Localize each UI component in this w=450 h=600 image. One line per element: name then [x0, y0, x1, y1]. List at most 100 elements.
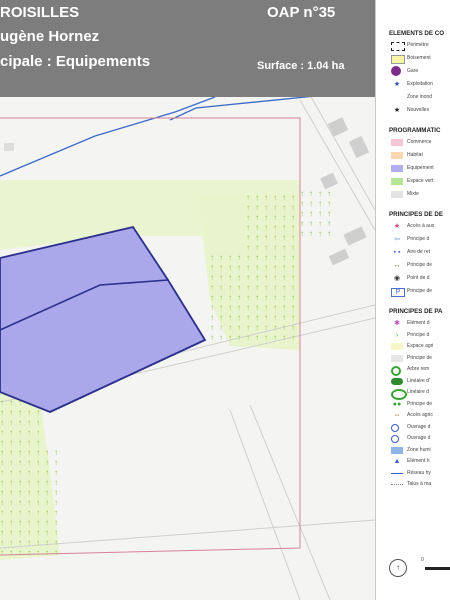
- tree-icon: ↑: [291, 203, 295, 212]
- tree-icon: ↑: [54, 488, 58, 497]
- green-ring-icon: [391, 366, 401, 376]
- road: [249, 404, 331, 600]
- legend-item-label: Talus à ma: [407, 481, 432, 487]
- tree-icon: ↑: [9, 468, 13, 477]
- tree-icon: ↑: [210, 313, 214, 322]
- tree-icon: ↑: [45, 518, 49, 527]
- tree-icon: ↑: [246, 263, 250, 272]
- tree-icon: ↑: [18, 478, 22, 487]
- legend-item-label: Linéaire d': [407, 377, 430, 384]
- tree-icon: ↑: [264, 263, 268, 272]
- tree-icon: ↑: [237, 303, 241, 312]
- legend-item-label: Zone humi: [407, 446, 431, 453]
- tree-icon: ↑: [291, 263, 295, 272]
- tree-icon: ↑: [45, 498, 49, 507]
- tree-icon: ↑: [282, 233, 286, 242]
- tree-icon: ↑: [0, 468, 4, 477]
- orange-square-icon: [391, 152, 403, 159]
- tree-icon: ↑: [291, 313, 295, 322]
- tree-icon: ↑: [9, 408, 13, 417]
- tree-icon: ↑: [282, 333, 286, 342]
- tree-icon: ↑: [54, 528, 58, 537]
- tree-icon: ↑: [210, 303, 214, 312]
- tree-icon: ↑: [18, 438, 22, 447]
- tree-icon: ↑: [54, 518, 58, 527]
- legend-item: Equipement: [389, 164, 450, 174]
- blue-triangle-icon: ▲: [393, 458, 401, 465]
- tree-icon: ↑: [273, 213, 277, 222]
- tree-icon: ↑: [282, 193, 286, 202]
- tree-icon: ↑: [300, 199, 304, 208]
- legend-item-label: Espace vert: [407, 178, 434, 184]
- tree-icon: ↑: [255, 273, 259, 282]
- legend-item: P Principe de: [389, 287, 450, 297]
- violet-square-icon: [391, 165, 403, 172]
- tree-icon: ↑: [273, 283, 277, 292]
- tree-icon: ↑: [228, 333, 232, 342]
- tree-icon: ↑: [246, 223, 250, 232]
- tree-icon: ↑: [327, 229, 331, 238]
- star-icon: ★: [393, 81, 401, 88]
- tree-icon: ↑: [9, 528, 13, 537]
- tree-icon: ↑: [9, 438, 13, 447]
- tree-icon: ↑: [300, 219, 304, 228]
- tree-icon: ↑: [228, 253, 232, 262]
- tree-icon: ↑: [273, 293, 277, 302]
- map-canvas[interactable]: ↑ ↑ ↑ ↑ ↑ ↑ ↑ ↑ ↑ ↑ ↑ ↑ ↑ ↑ ↑ ↑ ↑ ↑ ↑ ↑ ↑ ↑ ↑ ↑ ↑ ↑ ↑ ↑ ↑ ↑ ↑ ↑ ↑ ↑ ↑ ↑ ↑ ↑ ↑ ↑…: [0, 0, 375, 600]
- tree-icon: ↑: [246, 303, 250, 312]
- tree-icon: ↑: [228, 283, 232, 292]
- tree-icon: ↑: [36, 488, 40, 497]
- legend-item: Périmètre: [389, 41, 450, 51]
- tree-icon: ↑: [0, 508, 4, 517]
- blue-ring-icon: [391, 423, 399, 432]
- legend-item: Mixte: [389, 190, 450, 200]
- tree-icon: ↑: [291, 233, 295, 242]
- tree-icon: ↑: [9, 548, 13, 557]
- tree-icon: ↑: [45, 528, 49, 537]
- tree-icon: ↑: [237, 313, 241, 322]
- tree-icon: ↑: [282, 243, 286, 252]
- tree-icon: ↑: [246, 243, 250, 252]
- legend-item: Ouvrage d: [389, 434, 450, 444]
- tree-icon: ↑: [273, 333, 277, 342]
- tree-icon: ↑: [264, 203, 268, 212]
- equipment-zone[interactable]: [0, 225, 207, 413]
- tree-icon: ↑: [228, 303, 232, 312]
- legend-item: Talus à ma: [389, 480, 450, 490]
- oap-number: OAP n°35: [267, 4, 336, 21]
- tree-icon: ↑: [264, 253, 268, 262]
- tree-icon: ↑: [36, 548, 40, 557]
- tree-icon: ↑: [273, 323, 277, 332]
- legend-item-label: Habitat: [407, 152, 423, 158]
- tree-icon: ↑: [36, 448, 40, 457]
- tree-icon: ↑: [264, 293, 268, 302]
- tree-icon: ↑: [27, 458, 31, 467]
- legend-item-label: Elément d: [407, 320, 430, 326]
- tree-icon: ↑: [45, 478, 49, 487]
- tree-icon: ↑: [0, 458, 4, 467]
- tree-icon: ↑: [255, 243, 259, 252]
- legend-item: ⇦ Principe d: [389, 235, 450, 245]
- tree-icon: ↑: [309, 229, 313, 238]
- tree-icon: ↑: [0, 398, 4, 407]
- legend-item: ▪ ▪ Aire de ret: [389, 248, 450, 258]
- tree-icon: ↑: [18, 538, 22, 547]
- road: [229, 409, 301, 600]
- tree-icon: ↑: [282, 263, 286, 272]
- tree-icon: ↑: [210, 283, 214, 292]
- tree-icon: ↑: [291, 193, 295, 202]
- tree-icon: ↑: [27, 498, 31, 507]
- green-square-icon: [391, 178, 403, 185]
- tree-icon: ↑: [0, 428, 4, 437]
- building: [327, 117, 349, 137]
- legend-item-label: Principe d: [407, 236, 430, 242]
- tree-icon: ↑: [300, 229, 304, 238]
- building: [348, 135, 370, 159]
- legend-item-label: Mixte: [407, 191, 419, 197]
- tree-icon: ↑: [318, 199, 322, 208]
- tree-icon: ↑: [36, 498, 40, 507]
- tree-icon: ↑: [282, 203, 286, 212]
- tree-icon: ↑: [27, 438, 31, 447]
- tree-icon: ↑: [9, 518, 13, 527]
- tree-icon: ↑: [27, 538, 31, 547]
